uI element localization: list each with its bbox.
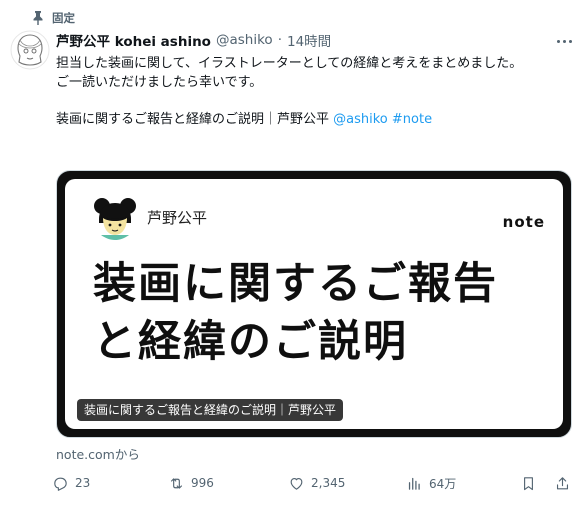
bookmark-button[interactable] [520, 471, 537, 495]
pinned-indicator: 固定 [32, 9, 75, 27]
tweet-line-1: 担当した装画に関して、イラストレーターとしての経緯と考えをまとめました。 [56, 56, 523, 71]
card-title-line-2: と経緯のご説明 [93, 317, 408, 367]
views-count: 64万 [429, 476, 457, 491]
like-button[interactable]: 2,345 [288, 471, 345, 495]
link-card[interactable]: 芦野公平 note 装画に関するご報告 と経緯のご説明 装画に関するご報告と経緯… [56, 170, 572, 438]
reply-icon [54, 477, 67, 491]
avatar[interactable] [10, 30, 50, 70]
card-caption: 装画に関するご報告と経緯のご説明｜芦野公平 [77, 399, 344, 421]
views-icon [408, 477, 420, 490]
bookmark-icon [524, 476, 533, 490]
retweet-button[interactable]: 996 [168, 471, 214, 495]
tweet-line-2: ご一読いただけましたら幸いです。 [56, 74, 263, 90]
retweet-count: 996 [191, 476, 214, 490]
card-title-line-1: 装画に関するご報告 [93, 259, 498, 309]
retweet-icon [170, 477, 183, 489]
pin-icon [33, 11, 43, 25]
pinned-label: 固定 [52, 11, 75, 25]
mention-link[interactable]: @ashiko [333, 112, 388, 127]
tweet-text: 担当した装画に関して、イラストレーターとしての経緯と考えをまとめました。 ご一読… [56, 55, 574, 129]
card-title: 装画に関するご報告 と経緯のご説明 [93, 255, 563, 371]
action-bar: 23 996 2,345 64万 [52, 471, 582, 495]
card-author-name: 芦野公平 [147, 209, 208, 227]
separator-dot: · [277, 32, 282, 48]
reply-count: 23 [75, 476, 91, 490]
hashtag-link[interactable]: #note [392, 112, 432, 127]
card-image: 芦野公平 note 装画に関するご報告 と経緯のご説明 装画に関するご報告と経緯… [65, 179, 563, 429]
card-source[interactable]: note.comから [56, 444, 140, 463]
note-logo: note [502, 213, 545, 231]
heart-icon [290, 477, 303, 490]
views-button[interactable]: 64万 [406, 471, 456, 495]
tweet-line-4-prefix: 装画に関するご報告と経緯のご説明｜芦野公平 [56, 111, 334, 127]
share-button[interactable] [554, 471, 571, 495]
author-name[interactable]: 芦野公平 kohei ashino [56, 30, 211, 50]
author-handle[interactable]: @ashiko [216, 32, 273, 48]
tweet-header: 芦野公平 kohei ashino @ashiko · 14時間 [56, 30, 331, 50]
like-count: 2,345 [311, 476, 346, 490]
share-icon [556, 476, 569, 489]
reply-button[interactable]: 23 [52, 471, 90, 495]
timestamp[interactable]: 14時間 [287, 30, 331, 50]
card-author-avatar [94, 198, 136, 240]
more-options-icon[interactable] [554, 34, 574, 48]
